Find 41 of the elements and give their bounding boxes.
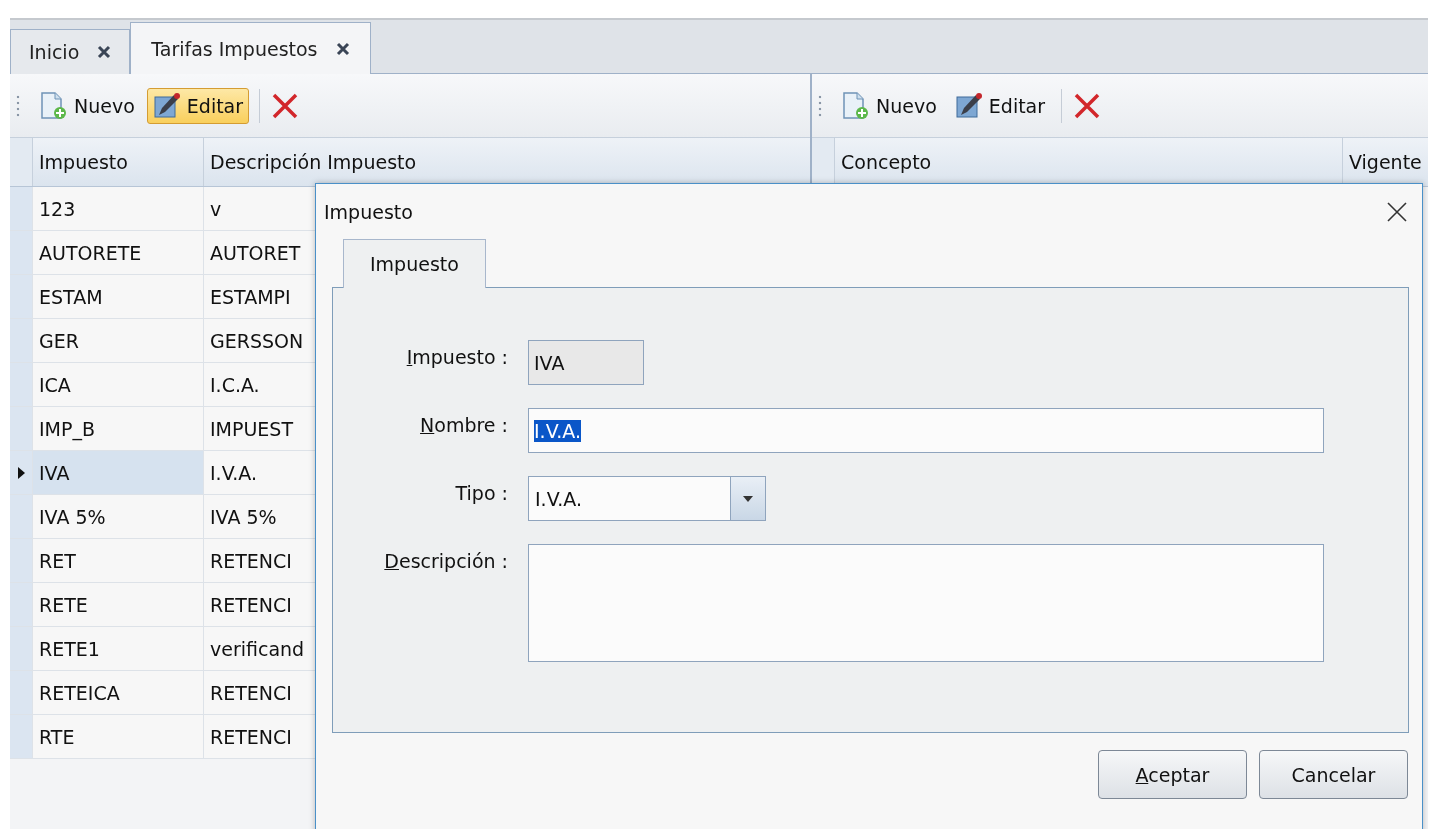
new-button[interactable]: Nuevo [32,87,141,124]
cancel-button[interactable]: Cancelar [1259,750,1408,799]
table-cell: RETE [32,583,203,626]
dropdown[interactable]: I.V.A. [528,476,766,521]
row-pointer-icon [17,466,25,479]
edit-icon [152,91,181,120]
tab[interactable]: Tarifas Impuestos [130,22,371,74]
new-document-icon [840,91,870,120]
edit-button[interactable]: Editar [948,87,1052,124]
column-header[interactable]: Impuesto [32,138,203,186]
field-label: Descripción : [384,549,508,574]
row-header [812,138,834,186]
table-cell: AUTORETE [32,231,203,274]
dialog-title: Impuesto [324,200,413,223]
table-cell: 123 [32,187,203,230]
tab[interactable]: Inicio [10,29,131,74]
table-cell: GER [32,319,203,362]
table-cell: IMP_B [32,407,203,450]
input-field[interactable]: I.V.A. [528,408,1324,453]
toolbar-grip[interactable] [818,93,822,118]
close-icon[interactable] [97,45,112,59]
table-cell: RETEICA [32,671,203,714]
input-field[interactable]: IVA [528,340,644,385]
close-icon[interactable] [335,41,350,56]
edit-button[interactable]: Editar [146,87,250,124]
close-icon[interactable] [1386,200,1408,223]
accept-button[interactable]: Aceptar [1098,750,1247,799]
table-cell: RTE [32,715,203,758]
table-cell: ESTAM [32,275,203,318]
toolbar-grip[interactable] [16,93,20,118]
new-document-icon [38,91,68,120]
table-cell: RETE1 [32,627,203,670]
table-cell: IVA [32,451,203,494]
row-header [10,138,32,186]
edit-icon [954,91,983,120]
table-cell: IVA 5% [32,495,203,538]
new-button[interactable]: Nuevo [834,87,943,124]
tab[interactable]: Impuesto [343,239,486,288]
field-label: Nombre : [420,413,508,438]
table-cell: RET [32,539,203,582]
table-cell: ICA [32,363,203,406]
